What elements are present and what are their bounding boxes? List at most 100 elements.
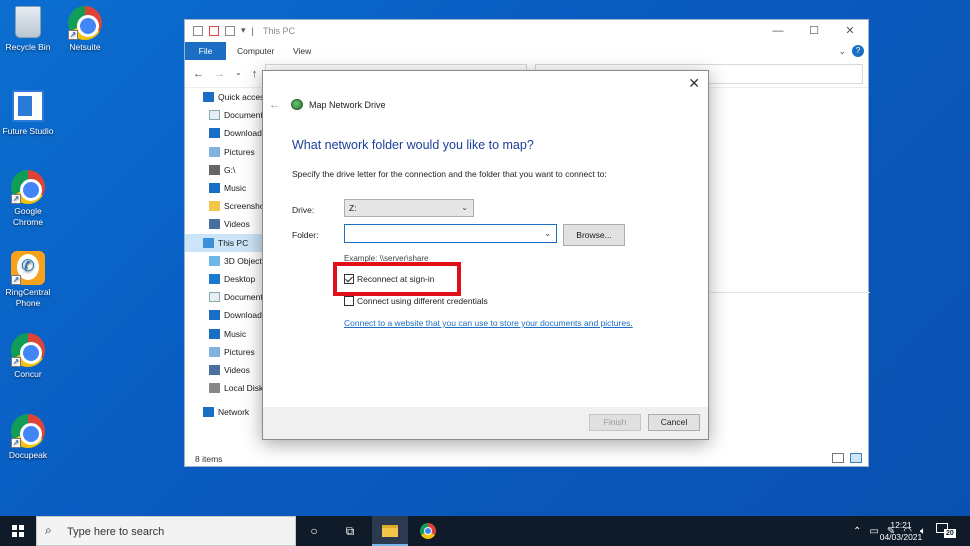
chrome-taskbar-icon[interactable] <box>410 516 446 546</box>
link-suffix: . <box>630 318 633 328</box>
nav-item[interactable]: Local Disk <box>185 379 265 397</box>
nav-item[interactable]: G:\ <box>185 161 265 179</box>
desktop-icon-netsuite[interactable]: ↗ Netsuite <box>53 6 117 53</box>
dialog-footer: Finish Cancel <box>263 407 708 439</box>
desktop-icon-label: Recycle Bin <box>5 42 51 52</box>
star-icon <box>203 92 214 103</box>
pictures-icon <box>209 146 220 157</box>
tiles-view-icon[interactable] <box>850 453 862 463</box>
maximize-icon[interactable]: ☐ <box>796 20 832 42</box>
drive-select[interactable]: Z: ⌄ <box>344 199 474 217</box>
nav-item-label: Music <box>224 328 247 339</box>
desktop-icon-recycle-bin[interactable]: Recycle Bin <box>0 6 60 53</box>
videos-icon <box>209 219 220 230</box>
minimize-icon[interactable]: — <box>760 20 796 42</box>
annotation-highlight-box <box>333 262 461 296</box>
phone-icon: ↗ <box>11 251 45 285</box>
desktop-icon-future-studio[interactable]: Future Studio <box>0 90 60 137</box>
pictures-icon <box>209 346 220 357</box>
nav-item-label: Screenshots <box>224 201 265 212</box>
website-storage-link-text[interactable]: Connect to a website that you can use to… <box>344 318 630 328</box>
nav-item-label: 3D Objects <box>224 255 265 266</box>
documents-icon <box>209 110 220 121</box>
desktop-icon-label: Concur <box>14 369 42 379</box>
notifications-button[interactable]: 20 <box>936 521 956 541</box>
desktop-icon-label: Netsuite <box>69 42 101 52</box>
taskbar-search-box[interactable]: ⌕ Type here to search <box>36 516 296 546</box>
tab-computer[interactable]: Computer <box>237 42 274 60</box>
nav-item[interactable]: This PC <box>185 233 265 252</box>
start-button[interactable] <box>0 516 36 546</box>
nav-item[interactable]: Music <box>185 324 265 342</box>
search-placeholder: Type here to search <box>67 526 165 538</box>
nav-item[interactable]: Pictures <box>185 343 265 361</box>
chevron-up-icon[interactable]: ⌃ <box>853 526 861 537</box>
cortana-icon[interactable]: ○ <box>296 516 332 546</box>
chrome-icon: ↗ <box>68 6 102 40</box>
nav-item[interactable]: Videos <box>185 215 265 233</box>
help-icon[interactable]: ? <box>852 45 864 57</box>
music-icon <box>209 328 220 339</box>
website-storage-link[interactable]: Connect to a website that you can use to… <box>344 318 633 328</box>
checkmark-icon[interactable] <box>209 25 219 36</box>
nav-item-label: Network <box>218 407 250 418</box>
back-arrow-icon[interactable]: ← <box>269 99 280 111</box>
tab-file[interactable]: File <box>185 42 226 60</box>
desktop-icon <box>209 273 220 284</box>
documents-icon <box>209 292 220 303</box>
folder-input[interactable]: ⌄ <box>344 224 557 243</box>
dialog-description: Specify the drive letter for the connect… <box>292 169 607 179</box>
videos-icon <box>209 364 220 375</box>
close-icon[interactable]: ✕ <box>832 20 868 42</box>
nav-item[interactable]: Quick access <box>185 88 265 106</box>
expand-ribbon-icon[interactable]: ⌄ <box>838 46 846 57</box>
customize-toolbar-icon[interactable]: ▾ <box>241 25 246 36</box>
desktop-icon-ringcentral[interactable]: ↗ RingCentral Phone <box>0 251 60 309</box>
back-arrow-icon[interactable]: ← <box>193 68 204 80</box>
clock-date: 04/03/2021 <box>879 532 923 542</box>
divider <box>710 292 870 293</box>
nav-item[interactable]: Music <box>185 179 265 197</box>
forward-arrow-icon[interactable]: → <box>214 68 225 80</box>
nav-item[interactable]: Videos <box>185 361 265 379</box>
finish-button[interactable]: Finish <box>589 414 641 431</box>
credentials-label: Connect using different credentials <box>357 296 488 306</box>
recent-locations-icon[interactable]: ⌄ <box>235 68 242 80</box>
nav-item-label: Documents <box>224 110 265 121</box>
details-view-icon[interactable] <box>832 453 844 463</box>
nav-item[interactable]: Documents <box>185 288 265 306</box>
nav-item[interactable]: Documents <box>185 106 265 124</box>
properties-icon[interactable] <box>193 25 203 36</box>
browse-button[interactable]: Browse... <box>563 224 625 246</box>
notification-count: 20 <box>944 529 956 538</box>
nav-item-label: G:\ <box>224 164 236 175</box>
search-icon: ⌕ <box>45 523 52 537</box>
desktop-icon-docupeak[interactable]: ↗ Docupeak <box>0 414 60 461</box>
nav-item[interactable]: Network <box>185 403 265 421</box>
nav-item[interactable]: 3D Objects <box>185 252 265 270</box>
new-folder-icon[interactable] <box>225 25 235 36</box>
file-explorer-taskbar-icon[interactable] <box>372 516 408 546</box>
up-arrow-icon[interactable]: ↑ <box>252 68 258 80</box>
task-view-icon[interactable]: ⧉ <box>332 516 368 546</box>
nav-item[interactable]: Screenshots <box>185 197 265 215</box>
credentials-checkbox-row[interactable]: Connect using different credentials <box>344 296 488 306</box>
desktop-icon-concur[interactable]: ↗ Concur <box>0 333 60 380</box>
taskbar-clock[interactable]: 12:21 04/03/2021 <box>866 519 936 543</box>
close-icon[interactable]: ✕ <box>688 75 700 92</box>
nav-item[interactable]: Downloads <box>185 124 265 142</box>
nav-item[interactable]: Pictures <box>185 143 265 161</box>
nav-item-label: Videos <box>224 364 250 375</box>
dialog-title: Map Network Drive <box>309 99 386 110</box>
credentials-checkbox[interactable] <box>344 296 354 306</box>
nav-item[interactable]: Desktop <box>185 270 265 288</box>
cancel-button[interactable]: Cancel <box>648 414 700 431</box>
downloads-icon <box>209 128 220 139</box>
tab-view[interactable]: View <box>293 42 311 60</box>
pc-icon <box>203 237 214 248</box>
nav-item[interactable]: Downloads <box>185 306 265 324</box>
drive-value: Z: <box>349 203 357 213</box>
chevron-down-icon[interactable]: ⌄ <box>544 225 551 242</box>
window-title: This PC <box>263 26 296 36</box>
desktop-icon-google-chrome[interactable]: ↗ Google Chrome <box>0 170 60 228</box>
